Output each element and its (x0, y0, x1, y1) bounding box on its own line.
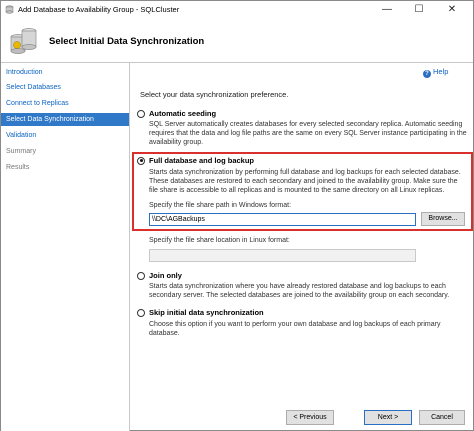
sidebar-item-validation[interactable]: Validation (1, 129, 129, 142)
sync-prompt: Select your data synchronization prefere… (140, 90, 289, 99)
close-button[interactable]: ✕ (438, 1, 466, 19)
radio-full-backup[interactable] (137, 156, 145, 165)
option-join-only[interactable]: Join only (137, 271, 182, 280)
sidebar-item-results: Results (6, 164, 30, 171)
sidebar-item-select-data-synchronization[interactable]: Select Data Synchronization (1, 113, 129, 126)
option-full-backup[interactable]: Full database and log backup (137, 156, 254, 165)
title-bar[interactable]: Add Database to Availability Group - SQL… (1, 1, 473, 19)
linux-path-label: Specify the file share location in Linux… (149, 237, 290, 244)
option-label: Full database and log backup (149, 156, 255, 165)
window-title: Add Database to Availability Group - SQL… (18, 5, 180, 14)
option-description: Choose this option if you want to perfor… (149, 321, 441, 337)
windows-path-input[interactable]: \\DC\AGBackups (149, 213, 416, 226)
sidebar-item-select-databases[interactable]: Select Databases (1, 81, 129, 94)
browse-button[interactable]: Browse... (421, 212, 465, 226)
wizard-header: Select Initial Data Synchronization (1, 19, 473, 63)
wizard-footer: < Previous Next > Cancel (131, 404, 473, 431)
option-description: SQL Server automatically creates databas… (149, 121, 467, 146)
linux-path-input[interactable] (149, 249, 416, 262)
help-link[interactable]: ? Help (423, 67, 448, 78)
minimize-button[interactable]: — (373, 1, 401, 19)
option-label: Skip initial data synchronization (149, 308, 264, 317)
option-skip-sync[interactable]: Skip initial data synchronization (137, 308, 264, 317)
option-label: Join only (149, 271, 182, 280)
help-label: Help (433, 67, 449, 76)
wizard-content: ? Help Select your data synchronization p… (131, 63, 473, 431)
app-icon (5, 5, 14, 14)
page-title: Select Initial Data Synchronization (49, 36, 205, 47)
radio-join-only[interactable] (137, 271, 145, 280)
wizard-sidebar: Introduction Select Databases Connect to… (1, 63, 130, 431)
next-button[interactable]: Next > (364, 410, 412, 425)
option-label: Automatic seeding (149, 109, 217, 118)
windows-path-label: Specify the file share path in Windows f… (149, 202, 292, 209)
radio-automatic-seeding[interactable] (137, 109, 145, 118)
wizard-window: Add Database to Availability Group - SQL… (0, 0, 474, 431)
maximize-button[interactable]: ☐ (405, 1, 433, 19)
option-description: Starts data synchronization where you ha… (149, 283, 450, 299)
sidebar-item-summary: Summary (6, 148, 36, 155)
cancel-button[interactable]: Cancel (419, 410, 465, 425)
help-icon: ? (423, 70, 431, 78)
sidebar-item-connect-to-replicas[interactable]: Connect to Replicas (1, 97, 129, 110)
previous-button[interactable]: < Previous (286, 410, 334, 425)
database-cylinders-icon (10, 28, 37, 54)
option-automatic-seeding[interactable]: Automatic seeding (137, 109, 216, 118)
radio-skip-sync[interactable] (137, 308, 145, 317)
sidebar-item-introduction[interactable]: Introduction (1, 66, 129, 79)
option-description: Starts data synchronization by performin… (149, 169, 461, 194)
